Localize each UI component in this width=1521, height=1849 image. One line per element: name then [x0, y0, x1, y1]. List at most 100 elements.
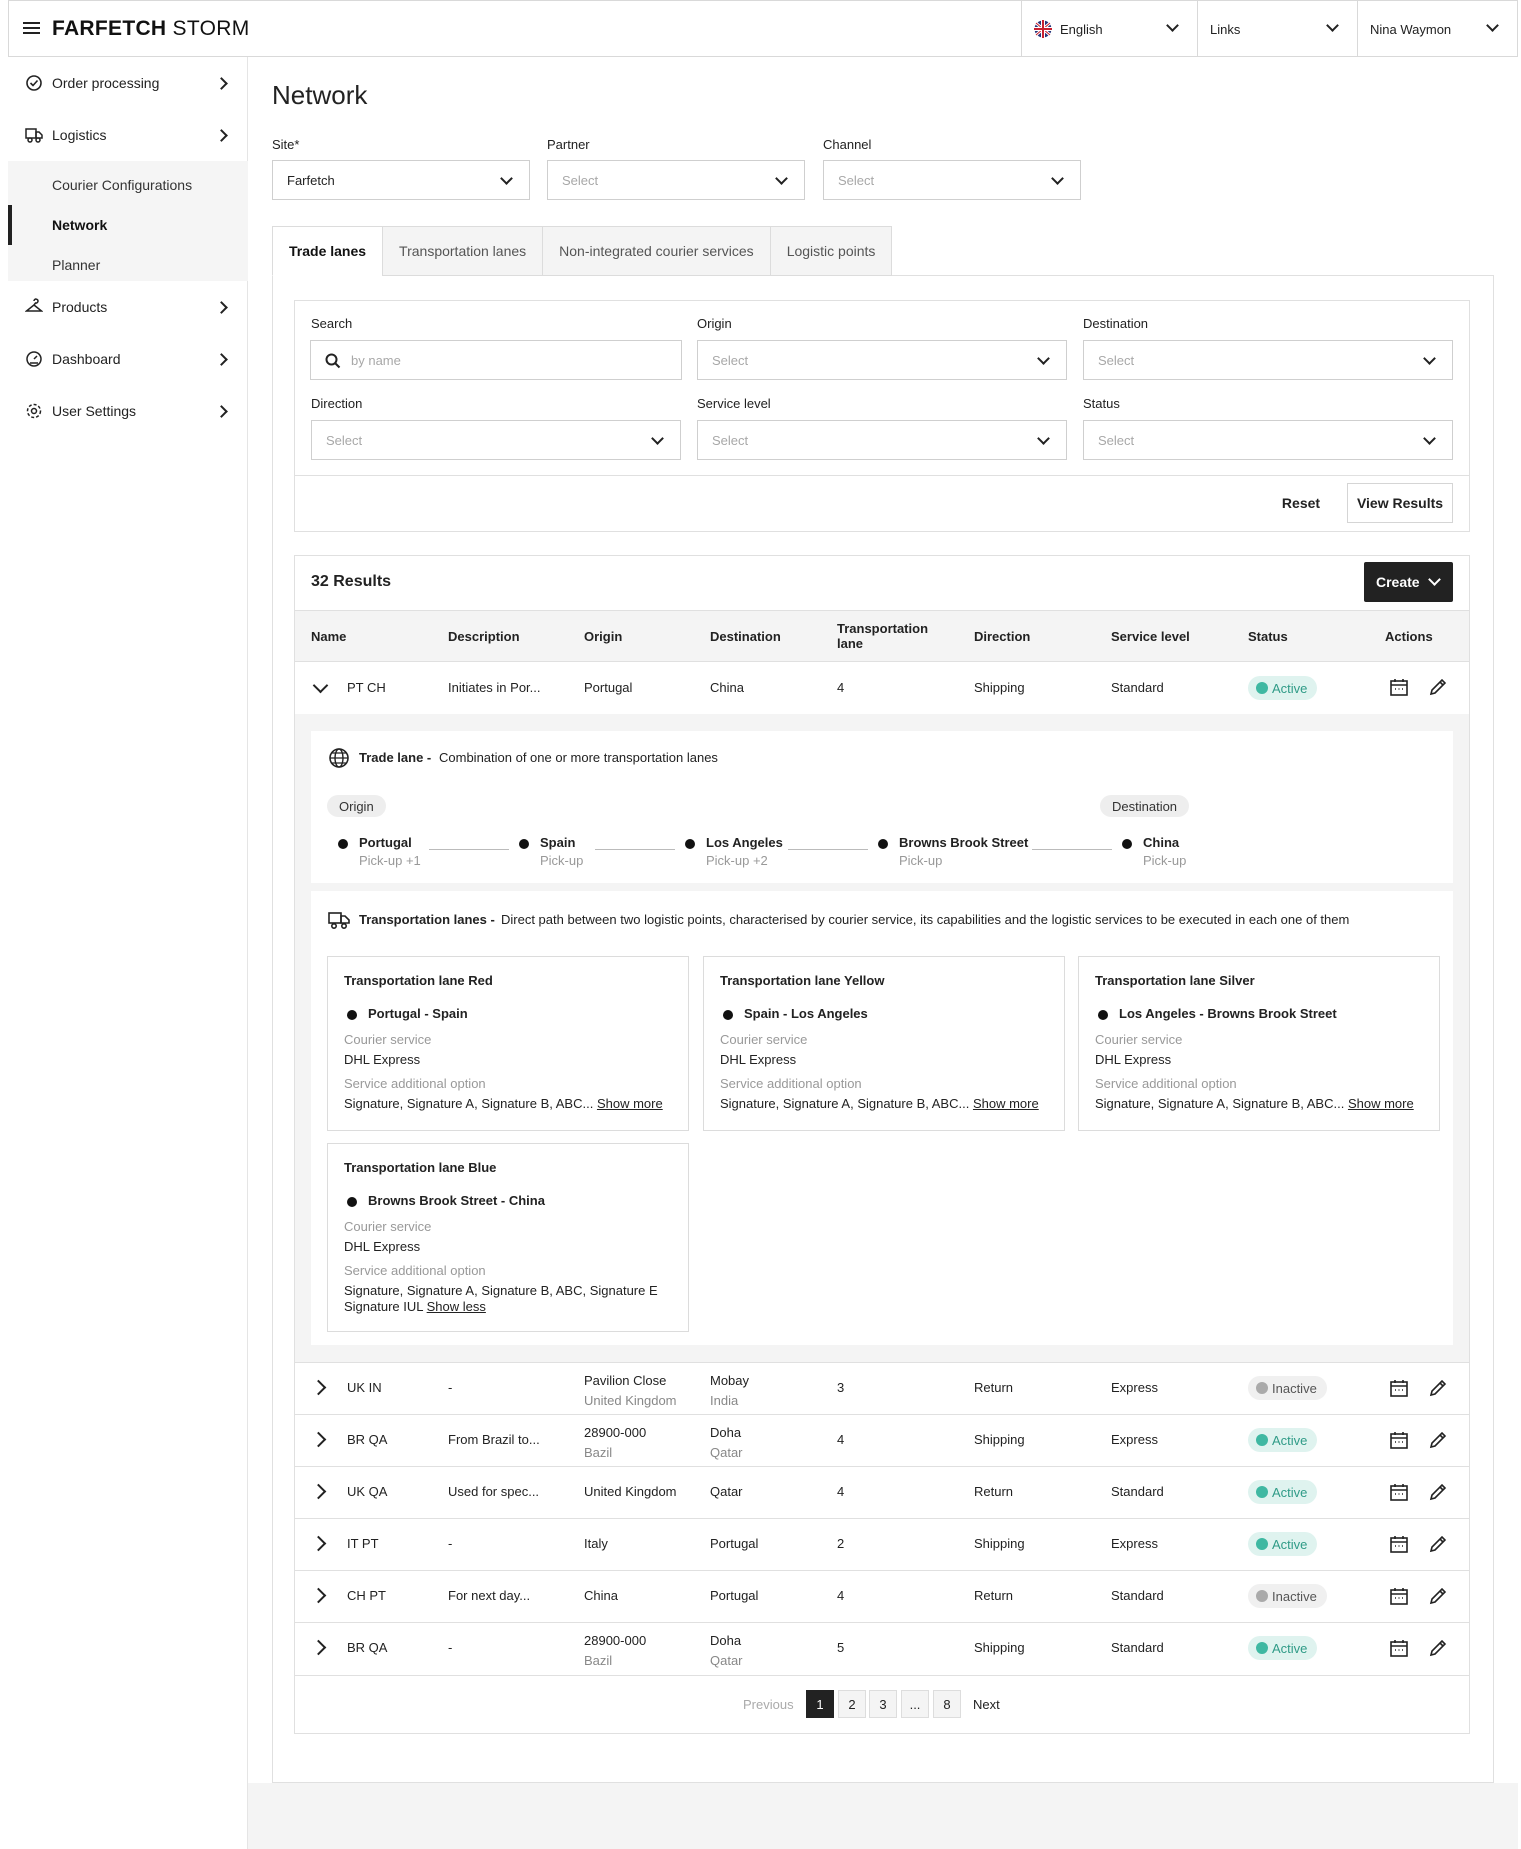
edit-icon[interactable] — [1427, 1533, 1449, 1555]
tab-trade-lanes[interactable]: Trade lanes — [272, 226, 384, 276]
partner-select[interactable]: Select — [547, 160, 805, 200]
status-badge: Active — [1248, 676, 1318, 700]
lane-card-blue[interactable]: Transportation lane Blue Browns Brook St… — [327, 1143, 689, 1332]
chevron-down-icon — [775, 172, 788, 185]
show-less-link[interactable]: Show less — [427, 1299, 486, 1314]
trade-lane-description: Combination of one or more transportatio… — [439, 750, 718, 765]
uk-flag-icon — [1034, 20, 1052, 38]
cell-destination: Doha — [710, 1425, 742, 1440]
cell-direction: Return — [974, 1484, 1014, 1499]
transportation-lanes-description: Direct path between two logistic points,… — [501, 912, 1350, 927]
cell-description: For next day... — [448, 1588, 531, 1603]
calendar-icon[interactable] — [1388, 1429, 1410, 1451]
create-button[interactable]: Create — [1364, 562, 1453, 602]
chevron-down-icon — [1486, 19, 1499, 32]
transportation-lanes-title: Transportation lanes - — [359, 912, 495, 927]
tab-transportation-lanes[interactable]: Transportation lanes — [382, 226, 544, 276]
cell-description: - — [448, 1380, 453, 1395]
edit-icon[interactable] — [1427, 1637, 1449, 1659]
partner-label: Partner — [547, 137, 590, 152]
calendar-icon[interactable] — [1388, 1533, 1410, 1555]
globe-icon — [329, 748, 349, 768]
show-more-link[interactable]: Show more — [973, 1096, 1039, 1111]
site-select[interactable]: Farfetch — [272, 160, 530, 200]
cell-description: Used for spec... — [448, 1484, 540, 1499]
channel-select[interactable]: Select — [823, 160, 1081, 200]
sidebar-item-order-processing[interactable]: Order processing — [8, 61, 248, 105]
col-name: Name — [311, 629, 347, 644]
cell-description: - — [448, 1536, 453, 1551]
show-more-link[interactable]: Show more — [1348, 1096, 1414, 1111]
sidebar-item-logistics[interactable]: Logistics — [8, 113, 248, 157]
page-ellipsis: ... — [901, 1690, 929, 1718]
page-button[interactable]: 8 — [933, 1690, 961, 1718]
gear-icon — [26, 403, 42, 419]
destination-pill: Destination — [1100, 795, 1190, 817]
sidebar-item-courier-configurations[interactable]: Courier Configurations — [52, 177, 192, 193]
cell-name: IT PT — [347, 1536, 379, 1551]
service-level-label: Service level — [697, 396, 771, 411]
stop-dot — [338, 839, 348, 849]
app-logo[interactable]: FARFETCH STORM — [52, 17, 250, 41]
edit-icon[interactable] — [1427, 1481, 1449, 1503]
calendar-icon[interactable] — [1388, 1637, 1410, 1659]
sidebar-item-products[interactable]: Products — [8, 285, 248, 329]
route-dot — [347, 1197, 357, 1207]
pagination-next[interactable]: Next — [973, 1697, 1000, 1712]
cell-name: BR QA — [347, 1432, 388, 1447]
stop-dot — [685, 839, 695, 849]
chevron-right-icon — [215, 301, 228, 314]
pagination-previous[interactable]: Previous — [743, 1697, 794, 1712]
row-divider — [295, 1362, 1469, 1363]
stop-name: Spain — [540, 835, 576, 850]
cell-origin: Italy — [584, 1536, 608, 1551]
sidebar-item-network[interactable]: Network — [52, 217, 107, 233]
tab-non-integrated-courier-services[interactable]: Non-integrated courier services — [542, 226, 771, 276]
language-dropdown[interactable]: English — [1021, 1, 1197, 57]
status-select[interactable]: Select — [1083, 420, 1453, 460]
lane-card-yellow[interactable]: Transportation lane Yellow Spain - Los A… — [703, 956, 1065, 1131]
page-button[interactable]: 3 — [869, 1690, 897, 1718]
edit-icon[interactable] — [1427, 1377, 1449, 1399]
user-menu[interactable]: Nina Waymon — [1357, 1, 1517, 57]
edit-icon[interactable] — [1427, 1585, 1449, 1607]
hamburger-menu-icon[interactable] — [23, 19, 43, 39]
sidebar-item-planner[interactable]: Planner — [52, 257, 100, 273]
service-level-select[interactable]: Select — [697, 420, 1067, 460]
reset-button[interactable]: Reset — [1268, 483, 1334, 523]
calendar-icon[interactable] — [1388, 1481, 1410, 1503]
tab-logistic-points[interactable]: Logistic points — [769, 226, 893, 276]
destination-select[interactable]: Select — [1083, 340, 1453, 380]
sidebar-item-dashboard[interactable]: Dashboard — [8, 337, 248, 381]
calendar-icon[interactable] — [1388, 1585, 1410, 1607]
origin-select[interactable]: Select — [697, 340, 1067, 380]
chevron-down-icon — [1326, 19, 1339, 32]
page-button[interactable]: 2 — [838, 1690, 866, 1718]
cell-destination: Mobay — [710, 1373, 750, 1388]
cell-lane: 4 — [837, 1588, 845, 1603]
status-badge: Active — [1248, 1480, 1318, 1504]
lane-card-silver[interactable]: Transportation lane Silver Los Angeles -… — [1078, 956, 1440, 1131]
cell-lane: 5 — [837, 1640, 845, 1655]
links-dropdown[interactable]: Links — [1197, 1, 1357, 57]
view-results-button[interactable]: View Results — [1347, 483, 1453, 523]
cell-name: PT CH — [347, 680, 386, 695]
cell-name: CH PT — [347, 1588, 386, 1603]
page-button[interactable]: 1 — [806, 1690, 834, 1718]
chevron-right-icon — [215, 77, 228, 90]
cell-lane: 4 — [837, 1484, 845, 1499]
sidebar: Order processing Logistics Courier Confi… — [8, 57, 248, 1849]
lane-card-red[interactable]: Transportation lane Red Portugal - Spain… — [327, 956, 689, 1131]
search-input[interactable]: by name — [310, 340, 682, 380]
calendar-icon[interactable] — [1388, 1377, 1410, 1399]
edit-icon[interactable] — [1427, 1429, 1449, 1451]
show-more-link[interactable]: Show more — [597, 1096, 663, 1111]
stop-sub: Pick-up +2 — [706, 853, 768, 868]
sidebar-item-user-settings[interactable]: User Settings — [8, 389, 248, 433]
stop-dot — [878, 839, 888, 849]
page-title: Network — [272, 80, 368, 110]
channel-label: Channel — [823, 137, 872, 152]
calendar-icon[interactable] — [1388, 676, 1410, 698]
edit-icon[interactable] — [1427, 676, 1449, 698]
direction-select[interactable]: Select — [311, 420, 681, 460]
